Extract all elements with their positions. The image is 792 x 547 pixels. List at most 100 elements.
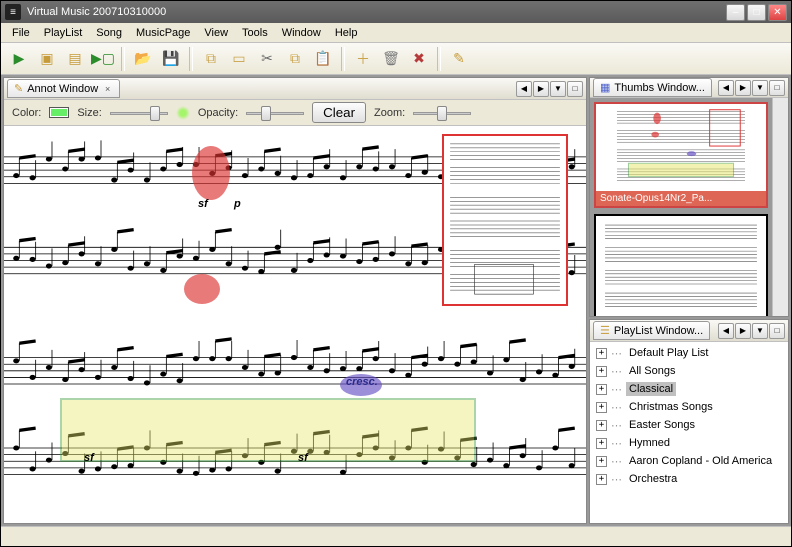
thumbs-nav-next[interactable]: ▶ (735, 80, 751, 96)
open-page-icon[interactable]: ▣ (35, 47, 59, 71)
copy-icon: ⧉ (290, 50, 300, 67)
playlist-tab[interactable]: ☰ PlayList Window... (593, 321, 710, 340)
menubar: File PlayList Song MusicPage View Tools … (1, 23, 791, 43)
edit-icon[interactable]: ✎ (447, 47, 471, 71)
expand-icon[interactable]: + (596, 420, 607, 431)
playlist-nav-max[interactable]: □ (769, 323, 785, 339)
annotation-oval[interactable] (184, 274, 220, 304)
folder-open-icon[interactable]: 📂 (131, 47, 155, 71)
thumbnail-icon: ▦ (600, 81, 610, 94)
menu-help[interactable]: Help (328, 25, 365, 41)
annot-nav-max[interactable]: □ (567, 81, 583, 97)
score-mark-sf: sf (298, 452, 308, 464)
thumbs-tab[interactable]: ▦ Thumbs Window... (593, 78, 712, 97)
thumbs-nav-menu[interactable]: ▼ (752, 80, 768, 96)
copy-page-icon[interactable]: ⧉ (199, 47, 223, 71)
annot-tab-label: Annot Window (27, 83, 98, 95)
playlist-item-label: Easter Songs (626, 418, 698, 432)
color-label: Color: (12, 107, 41, 119)
pencil-icon: ✎ (14, 82, 23, 95)
thumb-item[interactable]: Sonate-Opus14Nr2_Pa... (594, 102, 768, 208)
thumbs-list: Sonate-Opus14Nr2_Pa... (590, 98, 772, 317)
edit-icon: ✎ (453, 50, 465, 67)
annot-window: ✎ Annot Window × ◀ ▶ ▼ □ Color: Size: (3, 77, 587, 524)
annot-tab[interactable]: ✎ Annot Window × (7, 79, 120, 98)
playlist-nav-menu[interactable]: ▼ (752, 323, 768, 339)
add-icon: ＋ (356, 49, 370, 69)
playlist-item[interactable]: +⋯Aaron Copland - Old America (592, 452, 786, 470)
playlist-nav-prev[interactable]: ◀ (718, 323, 734, 339)
expand-icon[interactable]: + (596, 456, 607, 467)
clear-button[interactable]: Clear (312, 102, 366, 123)
statusbar (1, 526, 791, 546)
save-page-icon: ▤ (68, 50, 81, 67)
playlist-item[interactable]: +⋯Hymned (592, 434, 786, 452)
zoom-slider[interactable] (413, 104, 471, 122)
delete-icon[interactable]: 🗑 (379, 47, 403, 71)
app-window: ≡ Virtual Music 200710310000 – □ ✕ File … (0, 0, 792, 547)
playlist-nav-next[interactable]: ▶ (735, 323, 751, 339)
export-icon: ▶▢ (91, 50, 115, 67)
annotation-highlight[interactable] (60, 398, 476, 462)
playlist-item-label: Christmas Songs (626, 400, 716, 414)
menu-view[interactable]: View (197, 25, 235, 41)
cancel-icon[interactable]: ✖ (407, 47, 431, 71)
menu-playlist[interactable]: PlayList (37, 25, 90, 41)
paste-icon: 📋 (314, 50, 331, 67)
menu-window[interactable]: Window (275, 25, 328, 41)
color-swatch[interactable] (49, 107, 69, 118)
playlist-item[interactable]: +⋯Classical (592, 380, 786, 398)
maximize-button[interactable]: □ (747, 4, 766, 21)
save-page-icon[interactable]: ▤ (63, 47, 87, 71)
play-icon: ▶ (14, 50, 25, 67)
cancel-icon: ✖ (413, 50, 425, 67)
expand-icon[interactable]: + (596, 348, 607, 359)
menu-musicpage[interactable]: MusicPage (129, 25, 197, 41)
playlist-item-label: Default Play List (626, 346, 711, 360)
playlist-item-label: Aaron Copland - Old America (626, 454, 775, 468)
annotation-rect[interactable] (442, 134, 568, 306)
thumbs-scrollbar[interactable] (772, 98, 788, 317)
save-icon[interactable]: 💾 (159, 47, 183, 71)
thumb-item[interactable] (594, 214, 768, 317)
menu-song[interactable]: Song (89, 25, 129, 41)
playlist-item[interactable]: +⋯Easter Songs (592, 416, 786, 434)
playlist-item[interactable]: +⋯Orchestra (592, 470, 786, 488)
expand-icon[interactable]: + (596, 402, 607, 413)
size-slider[interactable] (110, 104, 168, 122)
playlist-item[interactable]: +⋯Default Play List (592, 344, 786, 362)
folder-open-icon: 📂 (134, 50, 151, 67)
export-icon[interactable]: ▶▢ (91, 47, 115, 71)
opacity-slider[interactable] (246, 104, 304, 122)
titlebar[interactable]: ≡ Virtual Music 200710310000 – □ ✕ (1, 1, 791, 23)
copy-icon[interactable]: ⧉ (283, 47, 307, 71)
annotation-text[interactable]: cresc. (346, 376, 378, 388)
annot-controls: Color: Size: Opacity: Clear Zoom: (4, 100, 586, 126)
playlist-item-label: Orchestra (626, 472, 680, 486)
expand-icon[interactable]: + (596, 366, 607, 377)
minimize-button[interactable]: – (726, 4, 745, 21)
highlight-preview (176, 106, 190, 120)
thumbs-nav-prev[interactable]: ◀ (718, 80, 734, 96)
menu-tools[interactable]: Tools (235, 25, 275, 41)
menu-file[interactable]: File (5, 25, 37, 41)
annot-nav-next[interactable]: ▶ (533, 81, 549, 97)
playlist-item[interactable]: +⋯All Songs (592, 362, 786, 380)
play-icon[interactable]: ▶ (7, 47, 31, 71)
page-icon[interactable]: ▭ (227, 47, 251, 71)
annotation-canvas[interactable]: cresc. (4, 126, 586, 523)
thumbs-nav-max[interactable]: □ (769, 80, 785, 96)
annot-nav-prev[interactable]: ◀ (516, 81, 532, 97)
add-icon[interactable]: ＋ (351, 47, 375, 71)
score-mark-p: p (234, 198, 241, 210)
expand-icon[interactable]: + (596, 384, 607, 395)
expand-icon[interactable]: + (596, 474, 607, 485)
paste-icon[interactable]: 📋 (311, 47, 335, 71)
close-button[interactable]: ✕ (768, 4, 787, 21)
expand-icon[interactable]: + (596, 438, 607, 449)
annot-tab-close[interactable]: × (102, 83, 113, 94)
cut-icon[interactable]: ✂ (255, 47, 279, 71)
annotation-oval[interactable] (192, 146, 230, 200)
annot-nav-menu[interactable]: ▼ (550, 81, 566, 97)
playlist-item[interactable]: +⋯Christmas Songs (592, 398, 786, 416)
